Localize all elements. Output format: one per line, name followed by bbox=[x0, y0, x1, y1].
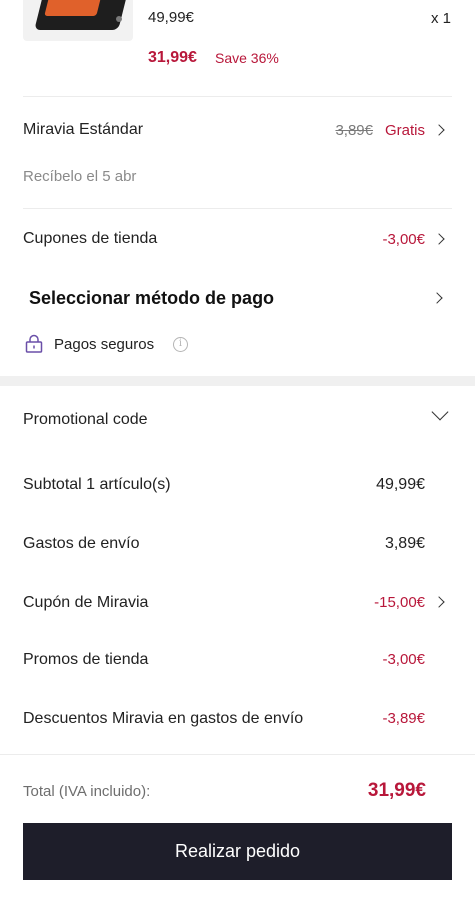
miravia-coupon-value: -15,00€ bbox=[374, 594, 425, 611]
product-image[interactable] bbox=[23, 0, 133, 41]
delivery-date: Recíbelo el 5 abr bbox=[23, 168, 137, 185]
lock-icon bbox=[25, 334, 43, 353]
chevron-right-icon bbox=[433, 596, 445, 608]
shipping-cost-value: 3,89€ bbox=[384, 535, 425, 552]
shipping-discount-value: -3,89€ bbox=[382, 710, 425, 727]
shipping-method-row[interactable]: Miravia Estándar 3,89€ Gratis bbox=[0, 110, 475, 152]
payment-method-label: Seleccionar método de pago bbox=[29, 288, 275, 308]
store-promos-value: -3,00€ bbox=[382, 651, 425, 668]
save-badge: Save 36% bbox=[215, 50, 279, 66]
chevron-down-icon bbox=[431, 403, 449, 421]
miravia-coupon-label: Cupón de Miravia bbox=[23, 594, 149, 611]
store-promos-label: Promos de tienda bbox=[23, 651, 149, 668]
shipping-discount-label: Descuentos Miravia en gastos de envío bbox=[23, 710, 304, 727]
store-coupons-label: Cupones de tienda bbox=[23, 230, 158, 247]
chevron-right-icon bbox=[431, 292, 443, 304]
subtotal-value: 49,99€ bbox=[376, 476, 425, 493]
shipping-old-price: 3,89€ bbox=[335, 122, 373, 139]
divider bbox=[23, 96, 452, 97]
shipping-method-label: Miravia Estándar bbox=[23, 121, 144, 138]
promo-code-label: Promotional code bbox=[23, 411, 148, 428]
secure-payments-label: Pagos seguros bbox=[54, 336, 155, 353]
sale-price: 31,99€ bbox=[148, 49, 197, 66]
store-coupons-row[interactable]: Cupones de tienda -3,00€ bbox=[0, 218, 475, 260]
info-icon[interactable]: i bbox=[173, 337, 188, 352]
shipping-price: Gratis bbox=[384, 122, 425, 139]
shipping-cost-label: Gastos de envío bbox=[23, 535, 140, 552]
quantity: x 1 bbox=[430, 10, 451, 27]
chevron-right-icon bbox=[433, 124, 445, 136]
original-price: 49,99€ bbox=[148, 9, 194, 26]
payment-method-row[interactable]: Seleccionar método de pago bbox=[0, 278, 475, 320]
miravia-coupon-row[interactable]: Cupón de Miravia -15,00€ bbox=[0, 583, 475, 621]
subtotal-label: Subtotal 1 artículo(s) bbox=[23, 476, 171, 493]
promo-code-row[interactable]: Promotional code bbox=[0, 398, 475, 440]
section-separator bbox=[0, 376, 475, 386]
chevron-right-icon bbox=[433, 233, 445, 245]
place-order-button[interactable]: Realizar pedido bbox=[23, 823, 452, 880]
divider bbox=[23, 208, 452, 209]
store-coupons-value: -3,00€ bbox=[382, 231, 425, 248]
total-value: 31,99€ bbox=[367, 780, 426, 801]
total-label: Total (IVA incluido): bbox=[23, 783, 151, 800]
